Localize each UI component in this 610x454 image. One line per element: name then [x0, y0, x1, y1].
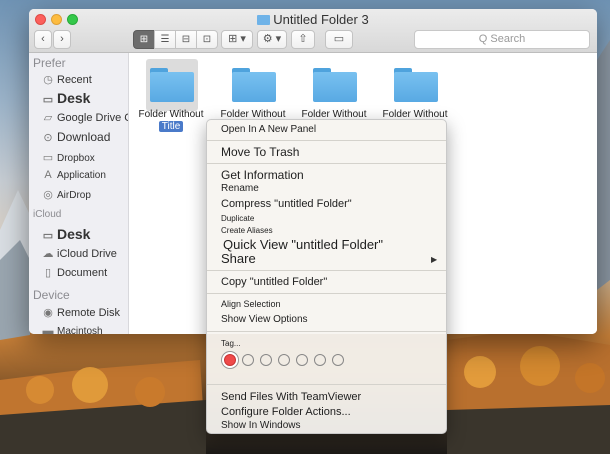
sidebar-item-google-drive[interactable]: ▱Google Drive Cartola Without — [41, 111, 128, 124]
folder-icon: ▭ — [42, 152, 54, 164]
folder-icon — [394, 68, 438, 102]
titlebar: Untitled Folder 3 ‹ › ⊞ ☰ ⊟ ⊡ ⊞ ▾ ⚙ ▾ ⇧ … — [29, 9, 597, 53]
sidebar-item-recent[interactable]: ◷ Recent — [41, 73, 92, 86]
menu-item-quick-view[interactable]: Quick View "untitled Folder" — [223, 237, 383, 252]
arrange-button[interactable]: ⊞ ▾ — [221, 30, 253, 49]
folder-icon — [313, 68, 357, 102]
tags-button[interactable]: ▭ — [325, 30, 353, 49]
sidebar-item-dropbox[interactable]: ▭ Dropbox — [41, 151, 95, 164]
menu-item-folder-actions[interactable]: Configure Folder Actions... — [221, 406, 351, 418]
list-view-button[interactable]: ☰ — [154, 30, 176, 49]
desktop-icon: ▭ — [42, 94, 54, 106]
folder-label: Folder Without — [138, 109, 204, 120]
folder-icon — [232, 68, 276, 102]
share-button[interactable]: ⇧ — [291, 30, 315, 49]
action-button[interactable]: ⚙ ▾ — [257, 30, 287, 49]
tag-dot[interactable] — [278, 354, 290, 366]
cloud-icon: ☁ — [42, 248, 54, 260]
icloud-header: iCloud — [33, 209, 62, 220]
sidebar-item-airdrop[interactable]: ◎ AirDrop — [41, 188, 91, 201]
favorites-header: Prefer — [33, 56, 66, 70]
document-icon: ▯ — [44, 267, 52, 279]
folder-label-line2: Title — [130, 121, 212, 132]
submenu-arrow-icon: ▶ — [431, 255, 438, 264]
tag-dot[interactable] — [332, 354, 344, 366]
sidebar-item-desktop[interactable]: ▭ Desk — [41, 90, 91, 106]
window-title: Untitled Folder 3 — [29, 12, 597, 27]
tag-dot[interactable] — [314, 354, 326, 366]
sidebar-item-downloads[interactable]: ⊙ Download — [41, 130, 110, 144]
gallery-view-button[interactable]: ⊡ — [196, 30, 218, 49]
menu-separator — [207, 163, 446, 164]
folder-icon — [257, 15, 271, 25]
sidebar: Prefer ◷Recent ▭Desk ▱Google Drive Carto… — [29, 53, 129, 334]
tag-red-dot[interactable] — [224, 354, 236, 366]
sidebar-item-applications[interactable]: A Application — [41, 169, 106, 181]
google-drive-icon: ▱ — [43, 112, 53, 124]
forward-button[interactable]: › — [53, 30, 71, 49]
menu-item-duplicate[interactable]: Duplicate — [221, 214, 254, 223]
menu-item-copy[interactable]: Copy "untitled Folder" — [221, 276, 327, 288]
tag-dot[interactable] — [260, 354, 272, 366]
airdrop-icon: ◎ — [43, 189, 53, 201]
folder-icon — [150, 68, 194, 102]
download-icon: ⊙ — [43, 132, 53, 144]
menu-item-open-new-panel[interactable]: Open In A New Panel — [221, 124, 316, 135]
menu-item-teamviewer[interactable]: Send Files With TeamViewer — [221, 391, 361, 403]
menu-item-compress[interactable]: Compress "untitled Folder" — [221, 198, 352, 210]
menu-item-move-to-trash[interactable]: Move To Trash — [221, 145, 299, 159]
desktop-icon: ▭ — [42, 230, 54, 242]
menu-item-create-aliases[interactable]: Create Aliases — [221, 226, 273, 235]
menu-separator — [207, 331, 446, 332]
sidebar-item-remote-disk[interactable]: ◉ Remote Disk — [41, 306, 120, 319]
menu-item-align-selection[interactable]: Align Selection — [221, 299, 281, 309]
icon-view-button[interactable]: ⊞ — [133, 30, 155, 49]
sidebar-item-icloud-desktop[interactable]: ▭ Desk — [41, 226, 91, 242]
hd-icon: ▬ — [42, 325, 54, 334]
applications-icon: A — [44, 169, 52, 181]
disk-icon: ◉ — [43, 307, 53, 319]
menu-item-rename[interactable]: Rename — [221, 183, 259, 194]
menu-separator — [207, 140, 446, 141]
menu-item-show-view-options[interactable]: Show View Options — [221, 314, 308, 325]
sidebar-item-macintosh[interactable]: ▬ Macintosh — [41, 325, 103, 334]
menu-separator — [207, 270, 446, 271]
sidebar-item-icloud-drive[interactable]: ☁ iCloud Drive — [41, 247, 117, 260]
clock-icon: ◷ — [43, 74, 53, 86]
menu-item-share[interactable]: Share — [221, 251, 256, 266]
tag-dot[interactable] — [296, 354, 308, 366]
back-button[interactable]: ‹ — [34, 30, 52, 49]
menu-item-tags[interactable]: Tag... — [221, 339, 241, 348]
search-input[interactable]: Q Search — [414, 30, 590, 49]
menu-separator — [207, 293, 446, 294]
context-menu: Open In A New Panel Move To Trash Get In… — [206, 119, 447, 434]
menu-item-show-in-windows[interactable]: Show In Windows — [221, 420, 300, 431]
menu-item-get-information[interactable]: Get Information — [221, 168, 304, 182]
sidebar-item-documents[interactable]: ▯ Document — [41, 266, 107, 279]
tag-dot[interactable] — [242, 354, 254, 366]
menu-separator — [207, 384, 446, 385]
devices-header: Device — [33, 288, 70, 302]
column-view-button[interactable]: ⊟ — [175, 30, 197, 49]
